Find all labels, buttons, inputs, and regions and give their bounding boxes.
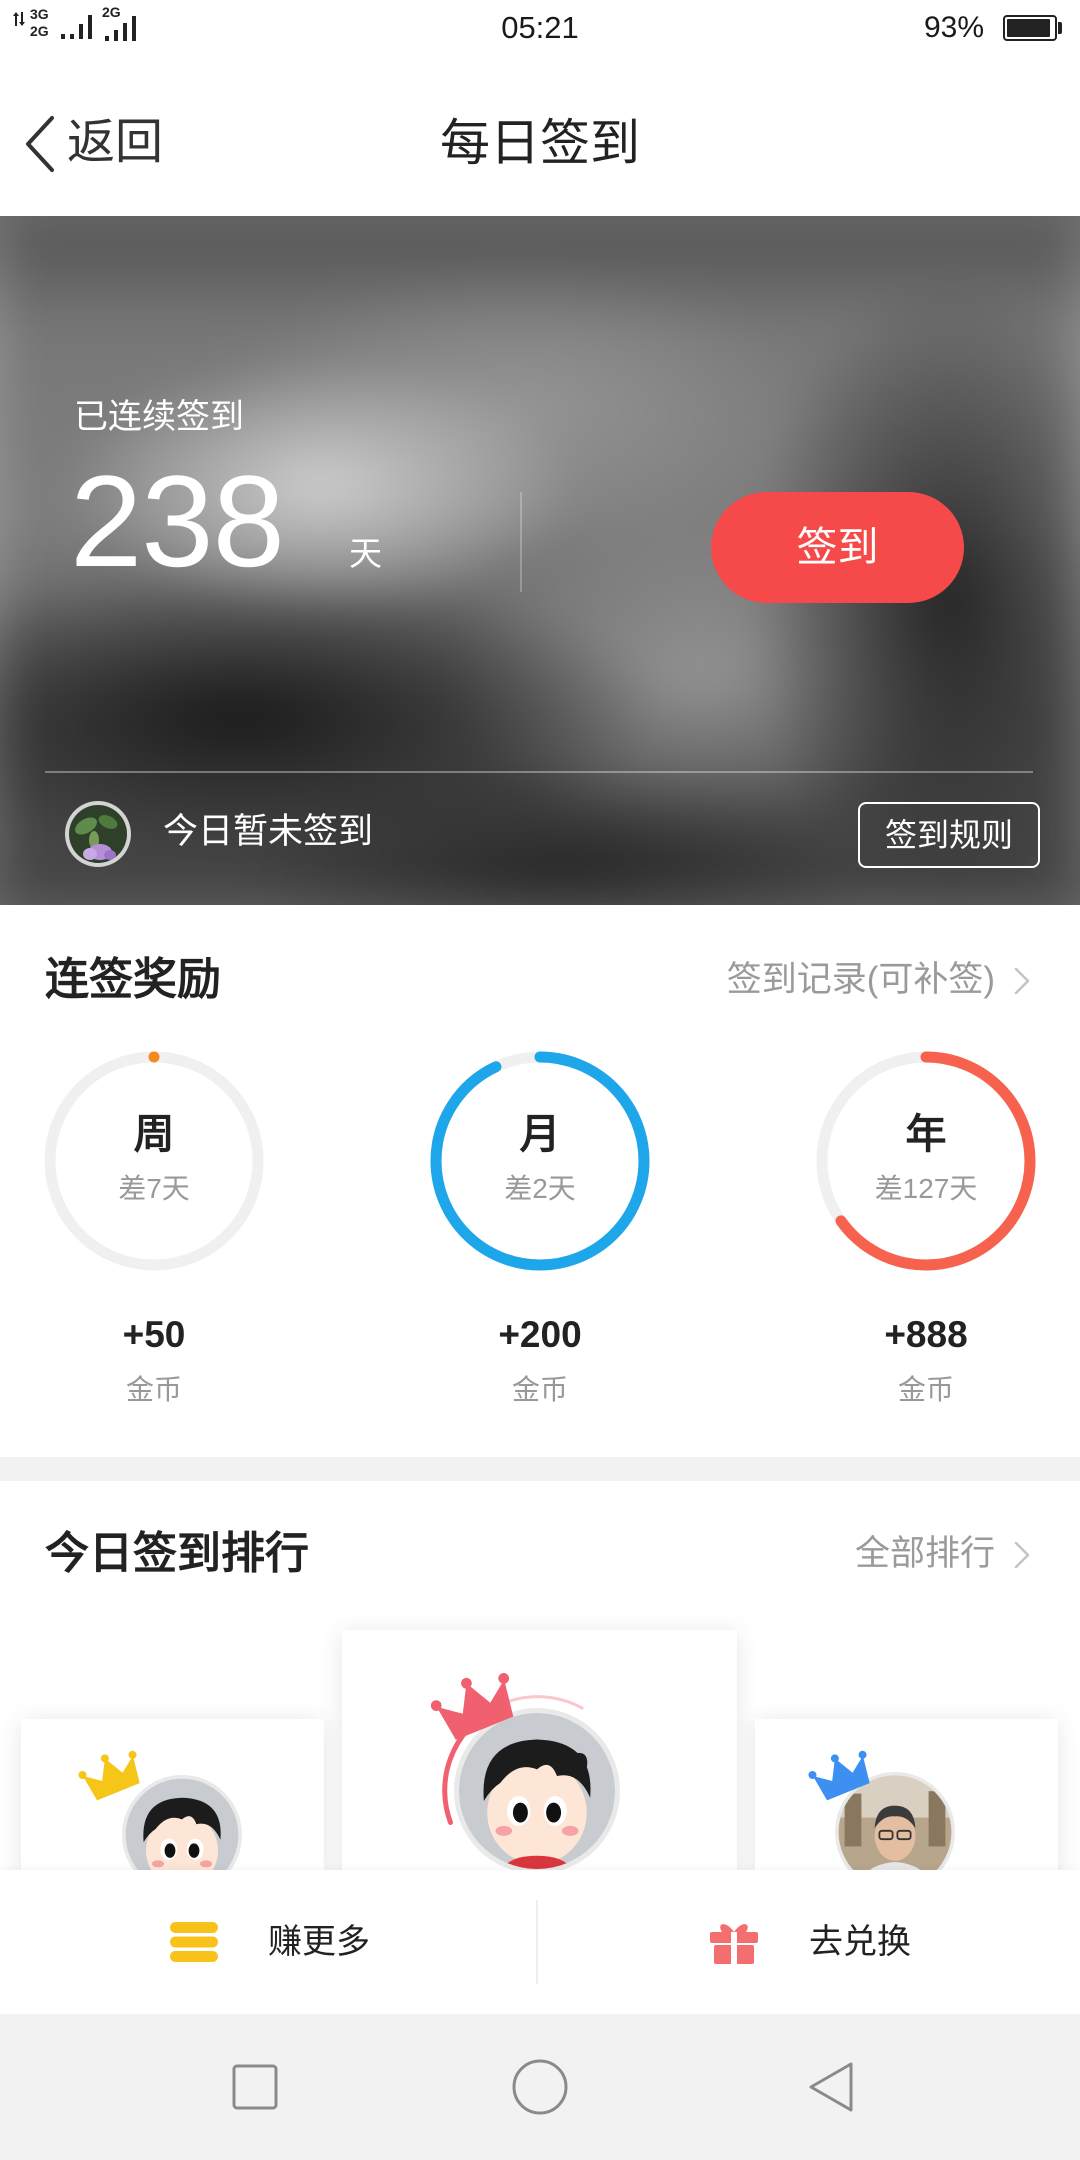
year-progress-ring	[816, 1051, 1036, 1271]
reward-amount: +888	[884, 1314, 968, 1355]
streak-rewards-section: 连签奖励 签到记录(可补签) 周 差7天 +50 金币 月 差2天 +200 金…	[0, 905, 1080, 1457]
streak-days: 238	[70, 448, 285, 594]
month-progress-ring	[430, 1051, 650, 1271]
back-triangle-icon[interactable]	[805, 2060, 857, 2114]
page-title: 每日签到	[440, 115, 640, 171]
battery-nub	[1058, 22, 1062, 34]
reward-amount: +200	[498, 1314, 582, 1355]
header: 返回 每日签到	[0, 55, 1080, 216]
system-nav-bar	[0, 2014, 1080, 2160]
ranking-card-third[interactable]	[755, 1719, 1058, 1870]
ranking-card-first[interactable]	[342, 1630, 737, 1870]
week-progress-ring	[44, 1051, 264, 1271]
checkin-hero: 已连续签到 238 天 签到 今日暂未签到 签到规则	[0, 216, 1080, 905]
hero-separator	[45, 771, 1033, 773]
bottom-action-bar: 赚更多 去兑换	[0, 1870, 1080, 2014]
coin-stack-icon	[170, 1922, 218, 1962]
checkin-record-label: 签到记录(可补签)	[726, 960, 995, 999]
battery-fill	[1007, 19, 1050, 37]
reward-period: 周	[133, 1111, 175, 1157]
reward-unit: 金币	[125, 1374, 182, 1405]
today-ranking-section: 今日签到排行 全部排行	[0, 1481, 1080, 1870]
reward-week: 周 差7天 +50 金币	[4, 1041, 304, 1421]
battery-icon	[1003, 15, 1057, 41]
home-icon[interactable]	[511, 2058, 569, 2116]
user-avatar[interactable]	[64, 800, 132, 868]
reward-year: 年 差127天 +888 金币	[776, 1041, 1076, 1421]
streak-unit: 天	[349, 535, 382, 572]
rewards-title: 连签奖励	[45, 955, 221, 1004]
earn-more-button[interactable]: 赚更多	[0, 1870, 536, 2014]
crown-swoosh-arc	[442, 1695, 584, 1825]
chevron-right-icon	[1014, 967, 1030, 995]
reward-remaining: 差2天	[504, 1173, 576, 1204]
reward-remaining: 差7天	[118, 1173, 190, 1204]
gift-icon	[710, 1924, 758, 1964]
reward-amount: +50	[122, 1314, 186, 1355]
checkin-button[interactable]: 签到	[711, 492, 964, 603]
rules-button[interactable]: 签到规则	[858, 802, 1040, 868]
battery-percent: 93%	[924, 11, 985, 44]
status-time: 05:21	[501, 10, 579, 45]
ranking-card-second[interactable]	[21, 1719, 324, 1870]
recent-apps-icon[interactable]	[231, 2063, 279, 2111]
reward-unit: 金币	[511, 1374, 568, 1405]
exchange-label: 去兑换	[809, 1923, 911, 1961]
status-bar: 3G 2G 2G 05:21 93%	[0, 0, 1080, 55]
reward-period: 月	[519, 1111, 561, 1157]
reward-period: 年	[905, 1111, 947, 1157]
all-ranking-label: 全部排行	[854, 1534, 995, 1573]
ranking-title: 今日签到排行	[45, 1529, 309, 1578]
streak-label: 已连续签到	[74, 398, 244, 436]
ring-progress-arc	[430, 1051, 650, 1271]
reward-remaining: 差127天	[874, 1173, 978, 1204]
all-ranking-link[interactable]: 全部排行	[800, 1519, 1040, 1591]
hero-divider	[520, 492, 522, 592]
section-separator	[0, 1457, 1080, 1481]
reward-month: 月 差2天 +200 金币	[390, 1041, 690, 1421]
checkin-record-link[interactable]: 签到记录(可补签)	[700, 945, 1040, 1017]
exchange-button[interactable]: 去兑换	[538, 1870, 1080, 2014]
ring-track	[44, 1051, 264, 1271]
chevron-right-icon	[1014, 1541, 1030, 1569]
today-status: 今日暂未签到	[163, 812, 374, 851]
earn-more-label: 赚更多	[268, 1923, 370, 1961]
reward-unit: 金币	[897, 1374, 954, 1405]
